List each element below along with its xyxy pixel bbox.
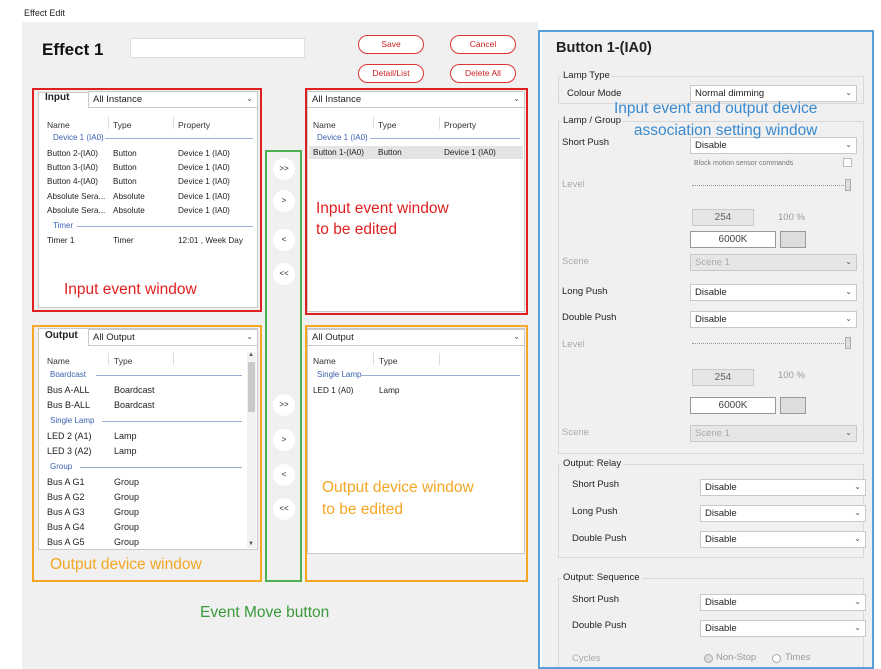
output-window-annotation: Output device window [50, 556, 202, 573]
output-edit-frame [305, 325, 528, 582]
move-annotation: Event Move button [200, 604, 330, 621]
save-button[interactable]: Save [358, 35, 424, 54]
input-window-annotation: Input event window [64, 281, 197, 298]
effect-name-field[interactable] [130, 38, 305, 58]
output-window-frame [32, 325, 262, 582]
detail-list-button[interactable]: Detail/List [358, 64, 424, 83]
assoc-annotation: Input event and output device associatio… [614, 100, 818, 139]
delete-all-button[interactable]: Delete All [450, 64, 516, 83]
input-edit-annotation: Input event window to be edited [316, 200, 449, 238]
move-buttons-frame [265, 150, 302, 582]
input-window-frame [32, 88, 262, 312]
effect-name: Effect 1 [42, 40, 104, 59]
output-edit-annotation: Output device window to be edited [322, 479, 474, 518]
window-title: Effect Edit [0, 0, 881, 22]
cancel-button[interactable]: Cancel [450, 35, 516, 54]
